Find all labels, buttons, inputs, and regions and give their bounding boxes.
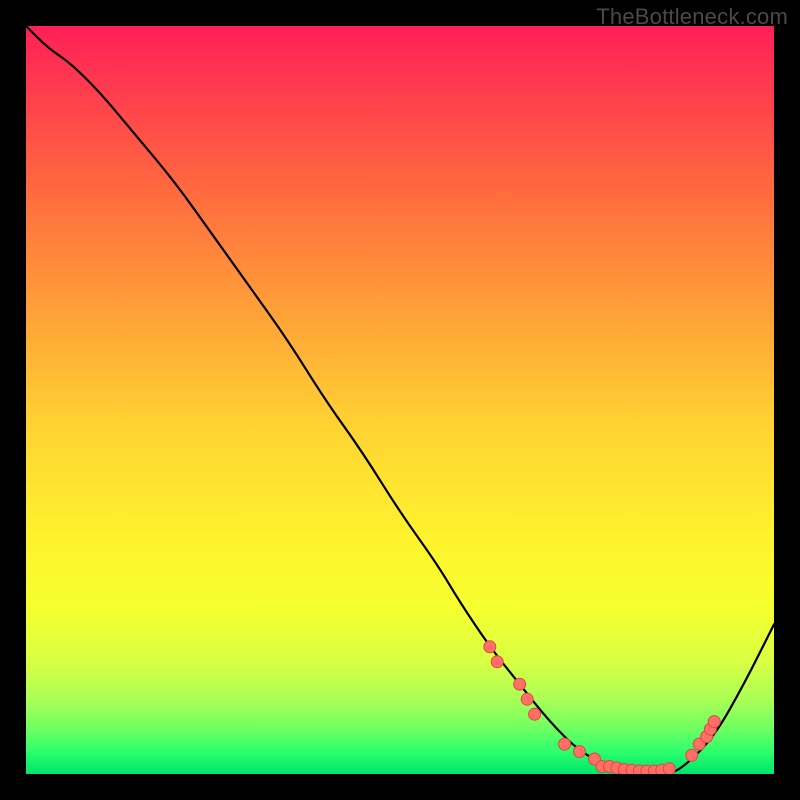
marker-dot <box>491 656 503 668</box>
marker-dot <box>708 716 720 728</box>
marker-dot <box>521 693 533 705</box>
marker-dot <box>559 738 571 750</box>
marker-dot <box>663 763 675 774</box>
chart-stage: TheBottleneck.com <box>0 0 800 800</box>
marker-dot <box>514 678 526 690</box>
watermark-text: TheBottleneck.com <box>596 4 788 30</box>
chart-overlay <box>26 26 774 774</box>
curve-markers <box>484 641 720 774</box>
marker-dot <box>529 708 541 720</box>
marker-dot <box>574 746 586 758</box>
curve-line <box>26 26 774 774</box>
marker-dot <box>686 749 698 761</box>
marker-dot <box>484 641 496 653</box>
